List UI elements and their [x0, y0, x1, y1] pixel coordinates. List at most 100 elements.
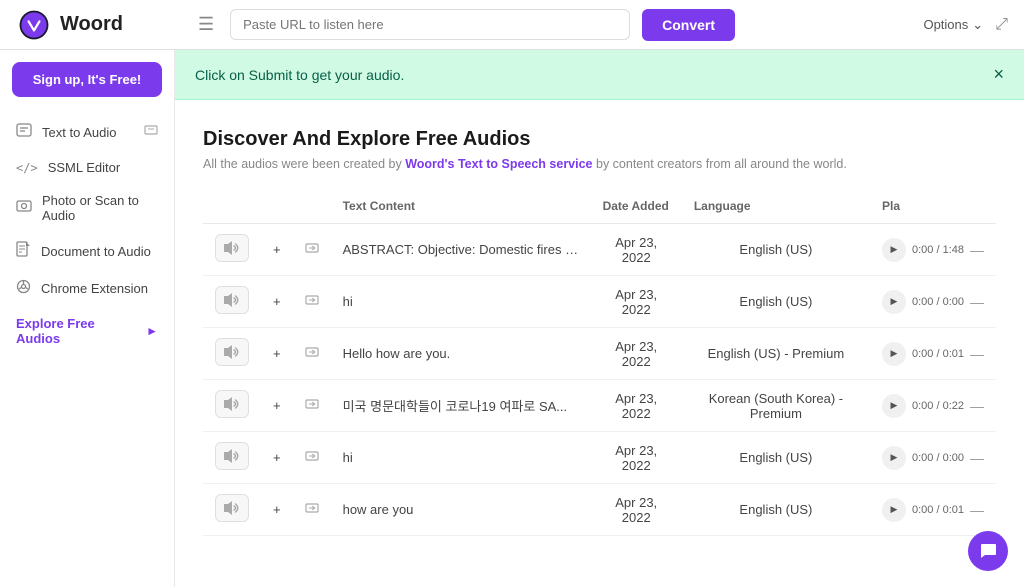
th-plus: [261, 191, 293, 224]
th-text-content: Text Content: [331, 191, 591, 224]
table-header-row: Text Content Date Added Language Pla: [203, 191, 996, 224]
date-cell: Apr 23, 2022: [591, 380, 682, 432]
plus-cell[interactable]: +: [261, 484, 293, 536]
plus-cell[interactable]: +: [261, 224, 293, 276]
sidebar-item-photo-scan[interactable]: Photo or Scan to Audio: [0, 184, 174, 232]
language-cell: English (US) - Premium: [682, 328, 870, 380]
time-display: 0:00 / 0:01: [912, 504, 964, 516]
arrow-cell: [293, 276, 331, 328]
language-cell: Korean (South Korea) - Premium: [682, 380, 870, 432]
table-row: + ABSTRACT: Objective: Domestic fires an…: [203, 224, 996, 276]
more-options-icon[interactable]: —: [970, 242, 984, 258]
language-cell: English (US): [682, 224, 870, 276]
main-layout: Sign up, It's Free! Text to Audio </> SS…: [0, 50, 1024, 587]
play-button[interactable]: ▶: [882, 342, 906, 366]
photo-scan-icon: [16, 198, 32, 218]
arrow-cell: [293, 484, 331, 536]
page-subtitle: All the audios were been created by Woor…: [203, 157, 996, 171]
plus-cell[interactable]: +: [261, 380, 293, 432]
topbar: Woord ☰ Convert Options ⌄ ⤢: [0, 0, 1024, 50]
hamburger-icon[interactable]: ☰: [198, 14, 214, 35]
time-display: 0:00 / 0:00: [912, 296, 964, 308]
sidebar-label-explore-free: Explore Free Audios: [16, 316, 136, 346]
language-cell: English (US): [682, 432, 870, 484]
options-button[interactable]: Options ⌄: [923, 17, 983, 33]
sidebar-item-ssml-editor[interactable]: </> SSML Editor: [0, 151, 174, 184]
date-cell: Apr 23, 2022: [591, 328, 682, 380]
sidebar-item-document-audio[interactable]: Document to Audio: [0, 232, 174, 270]
speaker-cell[interactable]: [203, 224, 261, 276]
time-display: 0:00 / 0:01: [912, 348, 964, 360]
plus-cell[interactable]: +: [261, 432, 293, 484]
text-content-cell: hi: [331, 276, 591, 328]
play-button[interactable]: ▶: [882, 238, 906, 262]
time-display: 0:00 / 0:00: [912, 452, 964, 464]
logo-text: Woord: [60, 13, 123, 36]
table-row: + how are you Apr 23, 2022 English (US) …: [203, 484, 996, 536]
sidebar-item-text-to-audio[interactable]: Text to Audio: [0, 113, 174, 151]
speaker-cell[interactable]: [203, 484, 261, 536]
player-cell: ▶ 0:00 / 0:01 —: [870, 484, 996, 536]
plus-cell[interactable]: +: [261, 328, 293, 380]
expand-icon[interactable]: ⤢: [995, 16, 1008, 34]
th-language: Language: [682, 191, 870, 224]
signup-button[interactable]: Sign up, It's Free!: [12, 62, 162, 97]
arrow-cell: [293, 224, 331, 276]
play-button[interactable]: ▶: [882, 394, 906, 418]
chat-bubble-button[interactable]: [968, 531, 1008, 571]
player-cell: ▶ 0:00 / 1:48 —: [870, 224, 996, 276]
speaker-cell[interactable]: [203, 276, 261, 328]
arrow-cell: [293, 328, 331, 380]
language-cell: English (US): [682, 276, 870, 328]
sidebar-label-ssml-editor: SSML Editor: [48, 160, 121, 175]
speaker-cell[interactable]: [203, 328, 261, 380]
player-cell: ▶ 0:00 / 0:22 —: [870, 380, 996, 432]
sidebar-label-photo-scan: Photo or Scan to Audio: [42, 193, 158, 223]
logo-area: Woord: [16, 7, 186, 43]
url-input[interactable]: [230, 9, 630, 40]
date-cell: Apr 23, 2022: [591, 224, 682, 276]
page-title: Discover And Explore Free Audios: [203, 128, 996, 151]
more-options-icon[interactable]: —: [970, 450, 984, 466]
language-cell: English (US): [682, 484, 870, 536]
play-button[interactable]: ▶: [882, 446, 906, 470]
speaker-cell[interactable]: [203, 380, 261, 432]
speaker-cell[interactable]: [203, 432, 261, 484]
table-row: + hi Apr 23, 2022 English (US) ▶ 0:00 / …: [203, 432, 996, 484]
date-cell: Apr 23, 2022: [591, 484, 682, 536]
player-cell: ▶ 0:00 / 0:00 —: [870, 276, 996, 328]
table-row: + Hello how are you. Apr 23, 2022 Englis…: [203, 328, 996, 380]
text-audio-icon: [16, 122, 32, 142]
notice-text: Click on Submit to get your audio.: [195, 67, 404, 83]
th-speaker: [203, 191, 261, 224]
player-cell: ▶ 0:00 / 0:00 —: [870, 432, 996, 484]
content-area: Click on Submit to get your audio. × Dis…: [175, 50, 1024, 587]
more-options-icon[interactable]: —: [970, 502, 984, 518]
more-options-icon[interactable]: —: [970, 346, 984, 362]
play-button[interactable]: ▶: [882, 498, 906, 522]
more-options-icon[interactable]: —: [970, 398, 984, 414]
text-content-cell: Hello how are you.: [331, 328, 591, 380]
th-play: Pla: [870, 191, 996, 224]
play-button[interactable]: ▶: [882, 290, 906, 314]
text-content-cell: how are you: [331, 484, 591, 536]
more-options-icon[interactable]: —: [970, 294, 984, 310]
sidebar-item-explore-free[interactable]: Explore Free Audios ►: [0, 307, 174, 355]
logo-icon: [16, 7, 52, 43]
notice-banner: Click on Submit to get your audio. ×: [175, 50, 1024, 100]
th-arrow: [293, 191, 331, 224]
explore-arrow-icon: ►: [146, 324, 158, 338]
time-display: 0:00 / 0:22: [912, 400, 964, 412]
audio-table: Text Content Date Added Language Pla + A…: [203, 191, 996, 536]
text-content-cell: 미국 명문대학들이 코로나19 여파로 SA...: [331, 380, 591, 432]
notice-close-button[interactable]: ×: [993, 64, 1004, 85]
document-audio-icon: [16, 241, 31, 261]
plus-cell[interactable]: +: [261, 276, 293, 328]
table-row: + hi Apr 23, 2022 English (US) ▶ 0:00 / …: [203, 276, 996, 328]
sidebar-item-chrome-extension[interactable]: Chrome Extension: [0, 270, 174, 307]
th-date-added: Date Added: [591, 191, 682, 224]
text-content-cell: ABSTRACT: Objective: Domestic fires and …: [331, 224, 591, 276]
ssml-icon: </>: [16, 161, 38, 175]
convert-button[interactable]: Convert: [642, 9, 735, 41]
topbar-right: Options ⌄ ⤢: [923, 16, 1008, 34]
